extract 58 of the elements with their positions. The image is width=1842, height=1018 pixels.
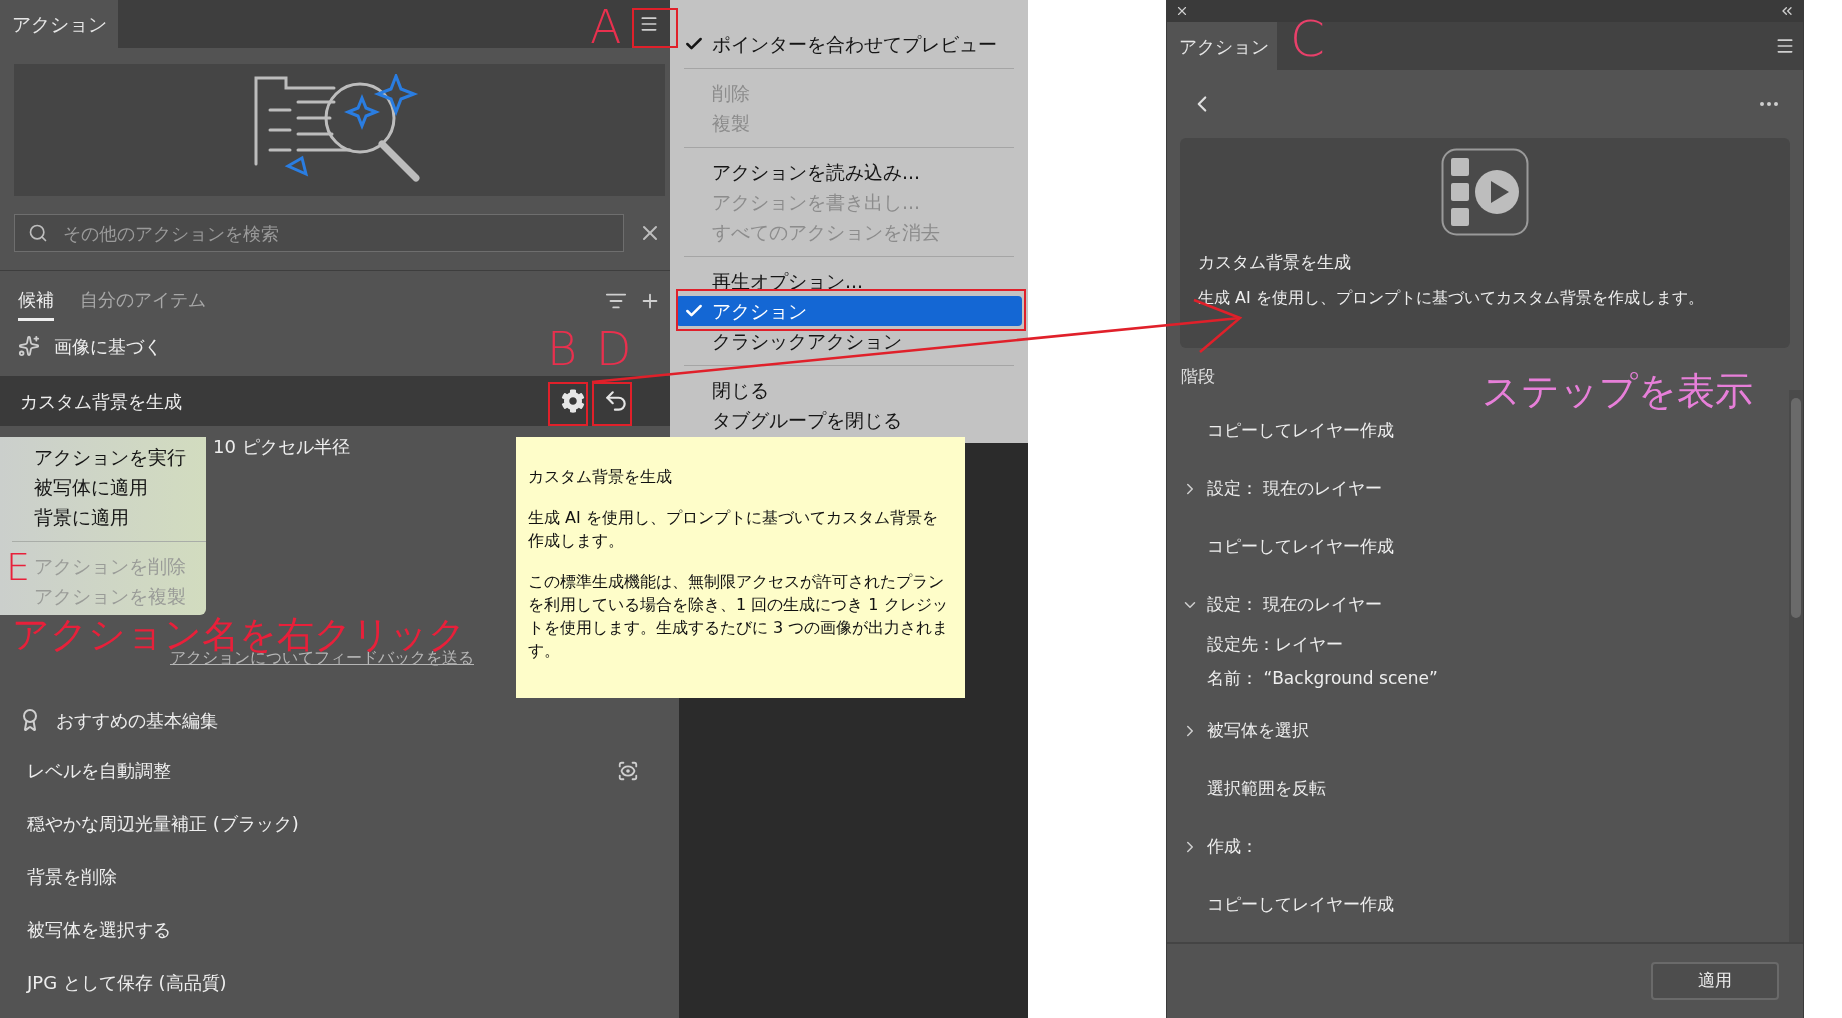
- step-label[interactable]: 設定： 現在のレイヤー: [1207, 592, 1383, 618]
- filter-tab[interactable]: 候補: [18, 281, 54, 321]
- annotation-label: アクション名を右クリック: [12, 616, 466, 653]
- menu-item[interactable]: ポインターを合わせてプレビュー: [676, 29, 1022, 59]
- step-label[interactable]: 選択範囲を反転: [1207, 776, 1326, 802]
- step-label[interactable]: 被写体を選択: [1207, 718, 1309, 744]
- card-title: カスタム背景を生成: [1198, 251, 1352, 274]
- sparkles-icon: [18, 335, 40, 357]
- menu-item[interactable]: 閉じる: [676, 375, 1022, 405]
- scrollbar-thumb[interactable]: [1791, 398, 1801, 618]
- step-label[interactable]: 設定： 現在のレイヤー: [1207, 476, 1383, 502]
- step-detail: 名前： “Background scene”: [1207, 667, 1438, 691]
- annotation-label: D: [596, 326, 632, 372]
- close-icon[interactable]: [1175, 4, 1189, 18]
- menu-icon[interactable]: [1775, 36, 1795, 56]
- apply-button[interactable]: 適用: [1651, 962, 1779, 1000]
- action-item[interactable]: レベルを自動調整: [27, 757, 171, 784]
- steps-label: 階段: [1181, 365, 1215, 389]
- panel-tab[interactable]: アクション: [0, 0, 118, 48]
- annotation-label: E: [6, 548, 30, 586]
- annotation-label: ステップを表示: [1482, 372, 1753, 410]
- preview-icon[interactable]: [617, 759, 639, 782]
- action-name[interactable]: 10 ピクセル半径: [213, 432, 350, 460]
- section-title: おすすめの基本編集: [56, 708, 218, 733]
- annotation-label: B: [547, 326, 578, 372]
- step-detail: 設定先：レイヤー: [1207, 633, 1343, 657]
- action-item[interactable]: 被写体を選択する: [27, 916, 171, 943]
- tooltip-text: この標準生成機能は、無制限アクセスが許可されたプランを利用している場合を除き、1 回の生成につき 1 クレジットを使用します。生成するたびに 3 つの画像が出力されます。: [528, 571, 950, 662]
- action-item[interactable]: 背景を削除: [27, 863, 117, 890]
- menu-item[interactable]: アクション: [676, 296, 1022, 326]
- menu-icon[interactable]: [639, 14, 659, 34]
- tooltip-title: カスタム背景を生成: [528, 466, 673, 488]
- annotation-label: C: [1290, 14, 1325, 64]
- section-title: 画像に基づく: [54, 334, 162, 359]
- menu-item[interactable]: 被写体に適用: [34, 472, 206, 502]
- step-label[interactable]: コピーしてレイヤー作成: [1207, 534, 1394, 560]
- menu-item[interactable]: アクションを実行: [34, 442, 206, 472]
- undo-icon[interactable]: [603, 388, 629, 414]
- highlight-frame: [632, 8, 678, 48]
- menu-item[interactable]: アクションを読み込み...: [676, 157, 1022, 187]
- action-item[interactable]: JPG として保存 (高品質): [27, 969, 227, 996]
- scrollbar[interactable]: [1789, 390, 1803, 942]
- gear-icon[interactable]: [561, 389, 585, 413]
- panel-tab[interactable]: アクション: [1167, 22, 1277, 70]
- action-name: カスタム背景を生成: [20, 389, 182, 414]
- search-field[interactable]: その他のアクションを検索: [14, 214, 624, 252]
- annotation-label: A: [590, 4, 622, 50]
- action-item[interactable]: 穏やかな周辺光量補正 (ブラック): [27, 810, 299, 837]
- step-label[interactable]: コピーしてレイヤー作成: [1207, 418, 1394, 444]
- highlight-frame: [592, 382, 632, 426]
- search-icon: [28, 223, 48, 243]
- step-label[interactable]: コピーしてレイヤー作成: [1207, 892, 1394, 918]
- step-label[interactable]: 作成：: [1207, 834, 1258, 860]
- menu-item[interactable]: 背景に適用: [34, 502, 206, 532]
- action-play-icon: [1441, 148, 1529, 236]
- tooltip-text: 生成 AI を使用し、プロンプトに基づいてカスタム背景を作成します。: [528, 507, 939, 552]
- highlight-frame: [548, 382, 588, 426]
- menu-item[interactable]: タブグループを閉じる: [676, 405, 1022, 435]
